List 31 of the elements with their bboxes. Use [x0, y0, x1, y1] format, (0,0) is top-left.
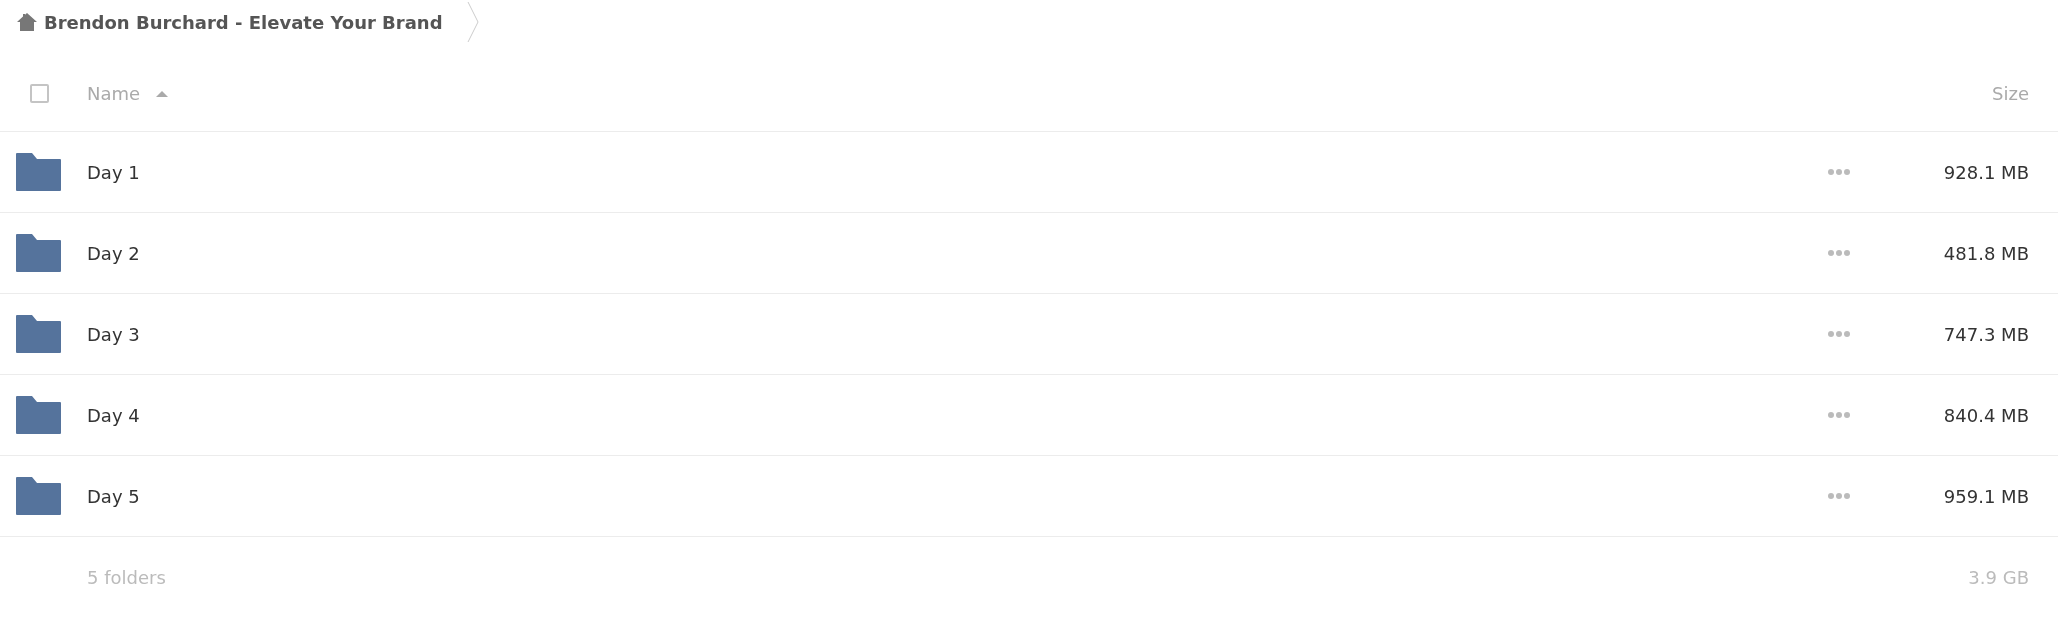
file-size: 481.8 MB: [1943, 242, 2029, 264]
home-icon[interactable]: [16, 12, 38, 32]
folder-icon: [16, 234, 61, 272]
file-size: 959.1 MB: [1943, 485, 2029, 507]
folder-name[interactable]: Day 1: [87, 161, 140, 183]
more-options-icon[interactable]: [1828, 412, 1850, 418]
breadcrumb-link[interactable]: Brendon Burchard - Elevate Your Brand: [44, 8, 443, 36]
file-row[interactable]: Day 4 840.4 MB: [0, 375, 2058, 456]
more-options-icon[interactable]: [1828, 493, 1850, 499]
file-size: 840.4 MB: [1943, 404, 2029, 426]
folder-icon: [16, 315, 61, 353]
more-options-icon[interactable]: [1828, 250, 1850, 256]
breadcrumb-separator-icon: [466, 2, 479, 42]
folder-icon: [16, 153, 61, 191]
file-row[interactable]: Day 2 481.8 MB: [0, 213, 2058, 294]
file-row[interactable]: Day 3 747.3 MB: [0, 294, 2058, 375]
folder-icon: [16, 396, 61, 434]
select-all-checkbox[interactable]: [30, 84, 49, 103]
file-row[interactable]: Day 1 928.1 MB: [0, 132, 2058, 213]
more-options-icon[interactable]: [1828, 169, 1850, 175]
total-size: 3.9 GB: [1968, 566, 2029, 588]
file-row[interactable]: Day 5 959.1 MB: [0, 456, 2058, 537]
folder-count: 5 folders: [87, 566, 166, 588]
folder-name[interactable]: Day 2: [87, 242, 140, 264]
more-options-icon[interactable]: [1828, 331, 1850, 337]
folder-icon: [16, 477, 61, 515]
file-size: 747.3 MB: [1943, 323, 2029, 345]
folder-name[interactable]: Day 4: [87, 404, 140, 426]
file-size: 928.1 MB: [1943, 161, 2029, 183]
folder-name[interactable]: Day 3: [87, 323, 140, 345]
folder-name[interactable]: Day 5: [87, 485, 140, 507]
